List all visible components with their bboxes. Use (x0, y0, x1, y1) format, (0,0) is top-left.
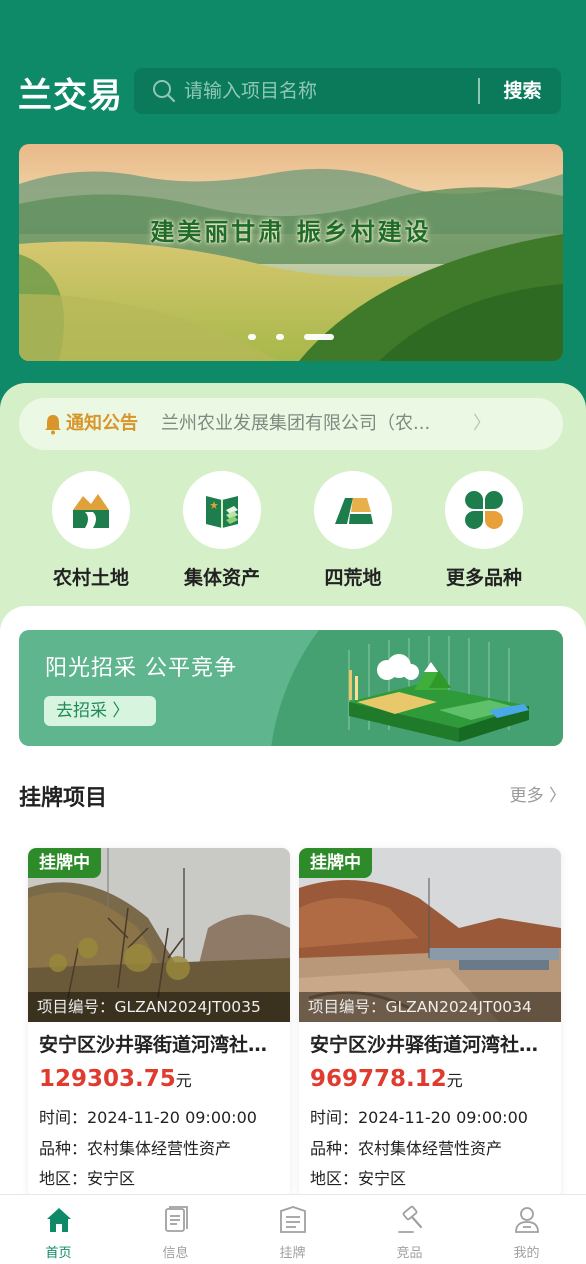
top-header: 兰交易 搜索 (0, 62, 586, 122)
tab-listing[interactable]: 挂牌 (234, 1195, 351, 1264)
category-label: 四荒地 (324, 567, 382, 589)
wasteland-icon (335, 498, 373, 524)
listing-variety: 品种：农村集体经营性资产 (310, 1139, 503, 1158)
category-wasteland[interactable]: 四荒地 (303, 471, 403, 590)
listing-price: 969778.12元 (310, 1066, 463, 1092)
procurement-promo-card[interactable]: 阳光招采 公平竞争 去招采 〉 (19, 630, 563, 746)
category-more-varieties[interactable]: 更多品种 (434, 471, 534, 590)
search-input[interactable] (184, 68, 464, 114)
info-doc-icon (165, 1206, 188, 1232)
category-label: 农村土地 (52, 567, 129, 589)
search-icon (153, 80, 176, 103)
bottom-tab-bar: 首页 信息 挂牌 竞品 我的 (0, 1194, 586, 1264)
go-procurement-button[interactable]: 去招采 〉 (44, 696, 156, 726)
tab-label: 首页 (45, 1246, 72, 1261)
listing-title: 安宁区沙井驿街道河湾社区… (310, 1034, 554, 1056)
listing-status-badge: 挂牌中 (299, 848, 372, 878)
category-icon-circle (183, 471, 261, 549)
tab-profile[interactable]: 我的 (468, 1195, 585, 1264)
tab-label: 挂牌 (279, 1246, 306, 1261)
search-button[interactable]: 搜索 (484, 68, 561, 114)
price-value: 969778.12 (310, 1066, 447, 1092)
notice-tag: 通知公告 (66, 413, 138, 434)
category-icon-circle (314, 471, 392, 549)
listing-variety: 品种：农村集体经营性资产 (39, 1139, 232, 1158)
tab-home[interactable]: 首页 (0, 1195, 117, 1264)
listing-icon (280, 1206, 306, 1233)
banner-indicator (19, 326, 563, 345)
notice-bar[interactable]: 通知公告 兰州农业发展集团有限公司（农... 〉 (19, 398, 563, 450)
rural-land-icon (73, 494, 109, 528)
tab-auction[interactable]: 竞品 (351, 1195, 468, 1264)
price-unit: 元 (446, 1071, 463, 1090)
search-divider (478, 78, 480, 104)
banner-dot-2[interactable] (276, 333, 284, 340)
tab-info[interactable]: 信息 (117, 1195, 234, 1264)
collective-assets-icon (206, 496, 238, 528)
listing-card[interactable]: 挂牌中 项目编号：GLZAN2024JT0034 安宁区沙井驿街道河湾社区… 9… (299, 848, 561, 1198)
banner-dot-1[interactable] (248, 333, 256, 340)
home-icon (47, 1208, 71, 1232)
listing-code: 项目编号：GLZAN2024JT0034 (299, 992, 561, 1022)
search-bar[interactable]: 搜索 (134, 68, 561, 114)
listing-section-title: 挂牌项目 (19, 786, 108, 811)
listing-time: 时间：2024-11-20 09:00:00 (310, 1108, 528, 1127)
more-varieties-icon (465, 491, 503, 529)
category-collective-assets[interactable]: 集体资产 (172, 471, 272, 590)
category-rural-land[interactable]: 农村土地 (41, 471, 141, 590)
tab-label: 信息 (162, 1246, 189, 1261)
listing-price: 129303.75元 (39, 1066, 192, 1092)
promo-illustration (271, 630, 563, 746)
banner-dot-3-active[interactable] (304, 333, 334, 340)
auction-hammer-icon (398, 1205, 423, 1233)
bell-icon (45, 415, 61, 435)
tab-label: 我的 (513, 1246, 540, 1261)
listing-region: 地区：安宁区 (39, 1169, 136, 1188)
price-value: 129303.75 (39, 1066, 176, 1092)
user-icon (515, 1207, 539, 1233)
tab-label: 竞品 (396, 1246, 423, 1261)
promo-title: 阳光招采 公平竞争 (45, 656, 237, 681)
listing-more-link[interactable]: 更多 〉 (510, 781, 566, 806)
listing-region: 地区：安宁区 (310, 1169, 407, 1188)
category-icon-circle (445, 471, 523, 549)
listing-card[interactable]: 挂牌中 项目编号：GLZAN2024JT0035 安宁区沙井驿街道河湾社区… 1… (28, 848, 290, 1198)
notice-text[interactable]: 兰州农业发展集团有限公司（农... (161, 398, 461, 450)
listing-time: 时间：2024-11-20 09:00:00 (39, 1108, 257, 1127)
listing-title: 安宁区沙井驿街道河湾社区… (39, 1034, 283, 1056)
hero-banner[interactable]: 建美丽甘肃 振乡村建设 (19, 144, 563, 361)
category-label: 集体资产 (183, 567, 260, 589)
listing-status-badge: 挂牌中 (28, 848, 101, 878)
banner-slogan: 建美丽甘肃 振乡村建设 (150, 217, 432, 246)
price-unit: 元 (175, 1071, 192, 1090)
chevron-right-icon[interactable]: 〉 (473, 398, 491, 450)
listing-code: 项目编号：GLZAN2024JT0035 (28, 992, 290, 1022)
category-label: 更多品种 (445, 567, 522, 589)
app-logo: 兰交易 (18, 76, 123, 116)
category-icon-circle (52, 471, 130, 549)
